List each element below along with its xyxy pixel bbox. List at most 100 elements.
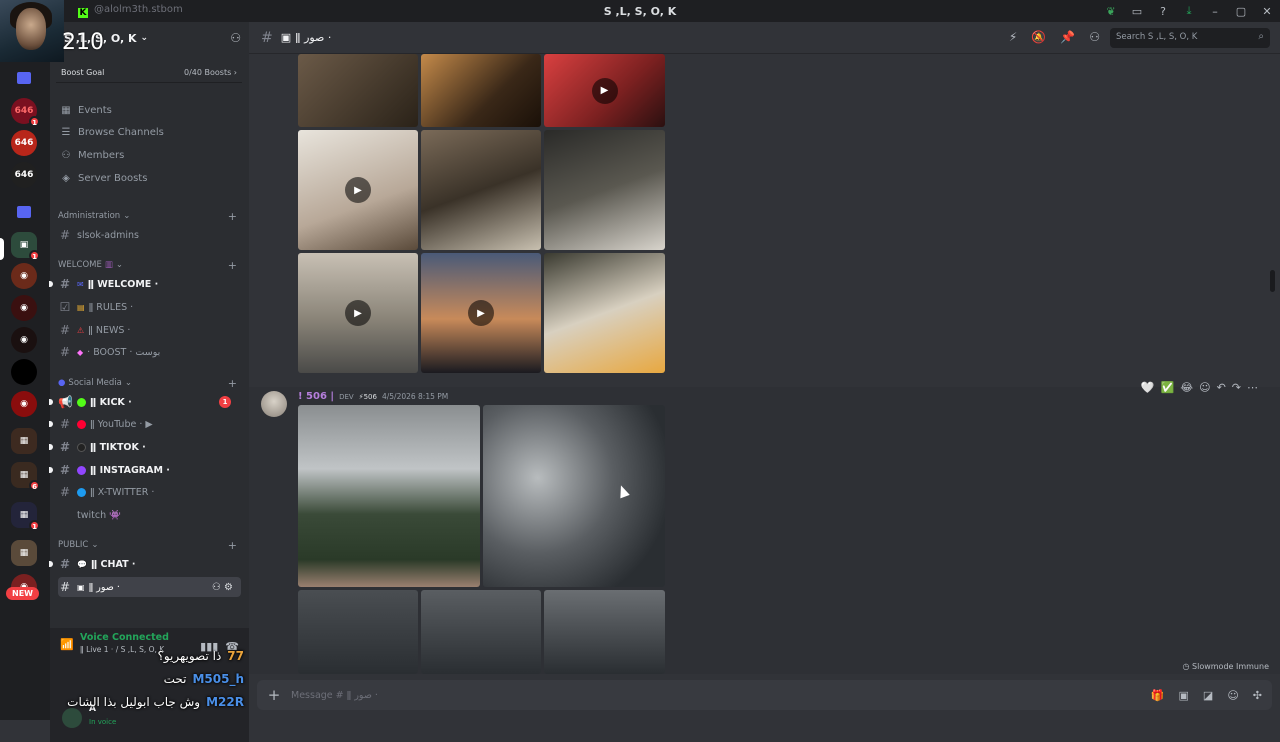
pin-icon[interactable]: 📌 bbox=[1060, 30, 1075, 44]
maximize-icon[interactable]: ▢ bbox=[1228, 0, 1254, 22]
nav-events[interactable]: ▦ Events bbox=[58, 100, 241, 120]
server-icon[interactable]: 646 bbox=[11, 162, 37, 188]
gallery-image[interactable] bbox=[421, 54, 541, 127]
server-folder-icon[interactable]: ▦ bbox=[11, 428, 37, 454]
add-channel-icon[interactable]: + bbox=[228, 210, 237, 223]
server-icon[interactable]: 646 1 bbox=[11, 98, 40, 127]
channel-tiktok[interactable]: # ǁ TIKTOK · bbox=[49, 437, 241, 457]
gift-icon[interactable]: 🎁 bbox=[1151, 689, 1165, 702]
add-channel-icon[interactable]: + bbox=[228, 539, 237, 552]
download-icon[interactable]: ⤓ bbox=[1176, 0, 1202, 22]
server-folder-icon[interactable]: ▦ 1 bbox=[11, 502, 40, 531]
gallery-video[interactable]: ▶ bbox=[298, 130, 418, 250]
check-reaction-icon[interactable]: ✅ bbox=[1161, 381, 1175, 394]
member-list-icon[interactable]: ⚇ bbox=[1089, 30, 1100, 44]
channel-kick[interactable]: 📢 ǁ KICK · 1 bbox=[49, 392, 241, 412]
server-icon[interactable]: 646 bbox=[11, 130, 37, 156]
server-icon[interactable] bbox=[11, 359, 37, 385]
server-folder-icon[interactable]: ▦ 6 bbox=[11, 462, 40, 491]
window-title: S ,L, S, O, K bbox=[603, 4, 677, 18]
server-folder-icon[interactable]: ▦ bbox=[11, 540, 37, 566]
leaf-icon[interactable]: ❦ bbox=[1098, 0, 1124, 22]
threads-icon[interactable]: ⚡ bbox=[1009, 30, 1017, 44]
reply-icon[interactable]: ↶ bbox=[1217, 381, 1226, 394]
gallery-image[interactable] bbox=[544, 253, 665, 373]
server-icon[interactable]: ◉ bbox=[11, 391, 37, 417]
channel-slsok-admins[interactable]: # slsok-admins bbox=[58, 225, 241, 245]
category-social-media[interactable]: ● Social Media ⌄ + bbox=[58, 376, 241, 390]
server-icon[interactable]: ◉ bbox=[11, 295, 37, 321]
category-welcome[interactable]: WELCOME ▥ ⌄ + bbox=[58, 258, 241, 272]
category-public[interactable]: PUBLIC ⌄ + bbox=[58, 538, 241, 552]
channel-images-active[interactable]: # ▣ ǁ صور · ⚇ ⚙ bbox=[58, 577, 241, 597]
folder-icon[interactable] bbox=[17, 72, 31, 84]
attach-plus-icon[interactable]: + bbox=[257, 686, 291, 704]
invite-icon[interactable]: ⚇ bbox=[230, 31, 241, 45]
kick-username: @alolm3th.stbom bbox=[94, 4, 183, 15]
channel-welcome[interactable]: # ✉ ǁ WELCOME · bbox=[49, 274, 241, 294]
channel-x-twitter[interactable]: # ǁ X-TWITTER · bbox=[58, 482, 241, 502]
channel-boost[interactable]: # ◆ · BOOST · بوست bbox=[58, 342, 241, 362]
play-icon[interactable]: ▶ bbox=[468, 300, 494, 326]
gallery-video[interactable]: ▶ bbox=[298, 253, 418, 373]
message-image[interactable] bbox=[544, 590, 665, 674]
message-image[interactable] bbox=[298, 405, 480, 587]
gallery-video[interactable]: ▶ bbox=[544, 54, 665, 127]
play-icon[interactable]: ▶ bbox=[345, 300, 371, 326]
mute-bell-icon[interactable]: 🔕 bbox=[1031, 30, 1046, 44]
server-icon-active[interactable]: ▣ 1 bbox=[11, 232, 40, 261]
message-composer[interactable]: + Message # ǁ صور · 🎁 ▣ ◪ ☺ ✣ bbox=[257, 680, 1272, 710]
search-input[interactable]: Search S ,L, S, O, K ⌕ bbox=[1110, 28, 1270, 48]
scrollbar-thumb[interactable] bbox=[1270, 270, 1275, 292]
channel-chat[interactable]: # 💬 ǁ CHAT · bbox=[49, 554, 241, 574]
message-image[interactable] bbox=[483, 405, 665, 587]
add-channel-icon[interactable]: + bbox=[228, 259, 237, 272]
gallery-video[interactable]: ▶ bbox=[421, 253, 541, 373]
channel-youtube[interactable]: # ǁ YouTube · ▶ bbox=[49, 414, 241, 434]
channel-instagram[interactable]: # ǁ INSTAGRAM · bbox=[49, 460, 241, 480]
channel-news[interactable]: # ⚠ ǁ NEWS · bbox=[58, 320, 241, 340]
inbox-icon[interactable]: ▭ bbox=[1124, 0, 1150, 22]
sticker-icon[interactable]: ◪ bbox=[1203, 689, 1213, 702]
apps-icon[interactable]: ✣ bbox=[1253, 689, 1262, 702]
channel-title: ǁ صور · bbox=[295, 31, 332, 44]
channel-rules[interactable]: ☑ ▤ ǁ RULES · bbox=[58, 297, 241, 317]
add-reaction-icon[interactable]: ☺ bbox=[1199, 381, 1210, 394]
gallery-image[interactable] bbox=[298, 54, 418, 127]
category-administration[interactable]: Administration ⌄ + bbox=[58, 209, 241, 223]
chevron-down-icon: ⌄ bbox=[140, 33, 149, 43]
message-input[interactable]: Message # ǁ صور · bbox=[291, 690, 378, 701]
new-badge: NEW bbox=[6, 587, 39, 600]
add-channel-icon[interactable]: + bbox=[228, 377, 237, 390]
gif-icon[interactable]: ▣ bbox=[1179, 689, 1189, 702]
emoji-icon[interactable]: ☺ bbox=[1227, 689, 1238, 702]
boost-goal-bar[interactable]: Boost Goal 0/40 Boosts › bbox=[56, 63, 242, 83]
forward-icon[interactable]: ↷ bbox=[1232, 381, 1241, 394]
laugh-reaction-icon[interactable]: 😂 bbox=[1180, 381, 1193, 394]
server-icon[interactable]: ◉ bbox=[11, 263, 37, 289]
browse-icon: ☰ bbox=[61, 126, 71, 138]
gallery-image[interactable] bbox=[421, 130, 541, 250]
minimize-icon[interactable]: – bbox=[1202, 0, 1228, 22]
folder-icon[interactable] bbox=[17, 206, 31, 218]
help-icon[interactable]: ? bbox=[1150, 0, 1176, 22]
message-image[interactable] bbox=[298, 590, 418, 674]
message-item[interactable]: ! 506 | DEV ⚡506 4/5/2026 8:15 PM 🤍 ✅ 😂 … bbox=[249, 381, 1280, 674]
avatar[interactable] bbox=[261, 391, 287, 417]
message-actions: 🤍 ✅ 😂 ☺ ↶ ↷ ⋯ bbox=[1141, 381, 1258, 394]
nav-server-boosts[interactable]: ◈ Server Boosts bbox=[58, 168, 241, 188]
heart-reaction-icon[interactable]: 🤍 bbox=[1141, 381, 1155, 394]
nav-browse-channels[interactable]: ☰ Browse Channels bbox=[58, 122, 241, 142]
play-icon[interactable]: ▶ bbox=[345, 177, 371, 203]
more-options-icon[interactable]: ⋯ bbox=[1247, 381, 1258, 394]
play-icon[interactable]: ▶ bbox=[591, 77, 618, 104]
message-author[interactable]: ! 506 | bbox=[298, 391, 334, 402]
channel-twitch[interactable]: #twitch👾 bbox=[58, 505, 241, 525]
channel-settings-icon[interactable]: ⚇ ⚙ bbox=[212, 582, 233, 593]
gallery-image[interactable] bbox=[544, 130, 665, 250]
message-image[interactable] bbox=[421, 590, 541, 674]
stream-chat-overlay: ذا تصويهريو؟ 77 تحت M505_h وش جاب ابوليل ب… bbox=[10, 644, 250, 713]
nav-members[interactable]: ⚇ Members bbox=[58, 145, 241, 165]
close-icon[interactable]: ✕ bbox=[1254, 0, 1280, 22]
server-icon[interactable]: ◉ bbox=[11, 327, 37, 353]
